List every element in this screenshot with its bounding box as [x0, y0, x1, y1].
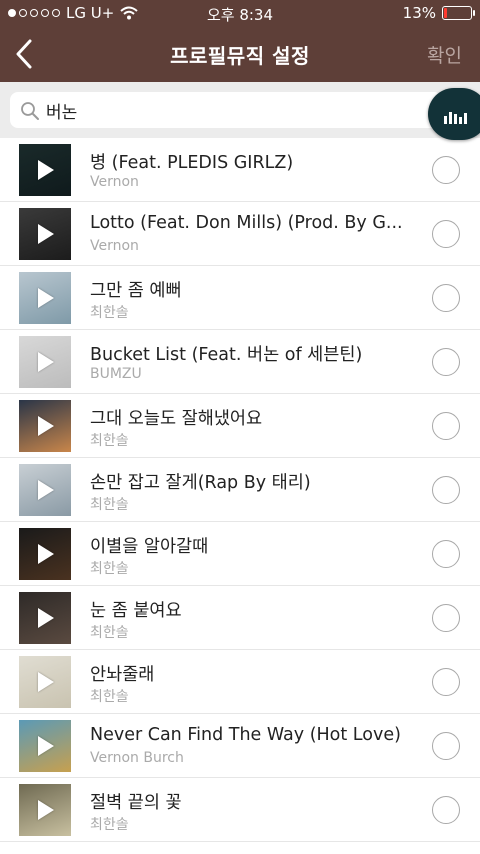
song-title: 그만 좀 예뻐: [90, 281, 182, 301]
song-title: 병 (Feat. PLEDIS GIRLZ): [90, 153, 294, 173]
song-artist: 최한솔: [90, 497, 129, 513]
album-art[interactable]: [19, 720, 71, 772]
select-radio[interactable]: [432, 348, 460, 376]
song-title: Bucket List (Feat. 버논 of 세븐틴): [90, 345, 363, 365]
album-art[interactable]: [19, 336, 71, 388]
song-row[interactable]: 그만 좀 예뻐최한솔: [0, 266, 480, 330]
album-art[interactable]: [19, 784, 71, 836]
battery-percent: 13%: [402, 4, 436, 22]
song-row[interactable]: 손만 잡고 잘게(Rap By 태리) 최한솔: [0, 458, 480, 522]
song-artist: 최한솔: [90, 817, 129, 833]
song-artist: Vernon: [90, 238, 139, 254]
song-row[interactable]: 안놔줄래최한솔: [0, 650, 480, 714]
top-bar: LG U+ 오후 8:34 13% 프로필뮤직 설정 확인: [0, 0, 480, 82]
play-icon[interactable]: [38, 544, 54, 564]
select-radio[interactable]: [432, 668, 460, 696]
select-radio[interactable]: [432, 604, 460, 632]
album-art[interactable]: [19, 208, 71, 260]
page-title: 프로필뮤직 설정: [170, 44, 310, 68]
song-artist: Vernon: [90, 174, 139, 190]
search-bar: [0, 82, 480, 138]
song-artist: 최한솔: [90, 625, 129, 641]
album-art[interactable]: [19, 464, 71, 516]
song-title: 안놔줄래: [90, 665, 155, 685]
song-row[interactable]: Bucket List (Feat. 버논 of 세븐틴) BUMZU: [0, 330, 480, 394]
play-icon[interactable]: [38, 480, 54, 500]
navigation-bar: 프로필뮤직 설정 확인: [0, 28, 480, 82]
album-art[interactable]: [19, 592, 71, 644]
play-icon[interactable]: [38, 416, 54, 436]
song-row[interactable]: 절벽 끝의 꽃최한솔: [0, 778, 480, 842]
song-title: 눈 좀 붙여요: [90, 601, 182, 621]
play-icon[interactable]: [38, 224, 54, 244]
play-icon[interactable]: [38, 288, 54, 308]
select-radio[interactable]: [432, 732, 460, 760]
select-radio[interactable]: [432, 476, 460, 504]
select-radio[interactable]: [432, 284, 460, 312]
song-row[interactable]: 이별을 알아갈때최한솔: [0, 522, 480, 586]
select-radio[interactable]: [432, 412, 460, 440]
select-radio[interactable]: [432, 796, 460, 824]
search-input[interactable]: [46, 98, 426, 122]
play-icon[interactable]: [38, 800, 54, 820]
song-artist: 최한솔: [90, 689, 129, 705]
search-box[interactable]: [10, 92, 442, 128]
song-row[interactable]: 병 (Feat. PLEDIS GIRLZ) Vernon: [0, 138, 480, 202]
song-artist: 최한솔: [90, 433, 129, 449]
song-artist: BUMZU: [90, 366, 142, 382]
album-art[interactable]: [19, 144, 71, 196]
confirm-button[interactable]: 확인: [427, 41, 462, 68]
album-art[interactable]: [19, 272, 71, 324]
play-icon[interactable]: [38, 736, 54, 756]
song-artist: 최한솔: [90, 305, 129, 321]
select-radio[interactable]: [432, 156, 460, 184]
song-list: 병 (Feat. PLEDIS GIRLZ) Vernon Lotto (Feat.…: [0, 138, 480, 842]
album-art[interactable]: [19, 528, 71, 580]
player-button[interactable]: [428, 88, 480, 140]
play-icon[interactable]: [38, 672, 54, 692]
select-radio[interactable]: [432, 540, 460, 568]
song-title: 그대 오늘도 잘해냈어요: [90, 409, 263, 429]
song-title: Never Can Find The Way (Hot Love): [90, 725, 401, 745]
song-row[interactable]: 눈 좀 붙여요최한솔: [0, 586, 480, 650]
song-artist: 최한솔: [90, 561, 129, 577]
song-row[interactable]: Never Can Find The Way (Hot Love) Vernon …: [0, 714, 480, 778]
select-radio[interactable]: [432, 220, 460, 248]
song-title: 절벽 끝의 꽃: [90, 793, 182, 813]
status-bar: LG U+ 오후 8:34 13%: [0, 0, 480, 28]
play-icon[interactable]: [38, 352, 54, 372]
play-icon[interactable]: [38, 608, 54, 628]
song-title: 손만 잡고 잘게(Rap By 태리): [90, 473, 311, 493]
battery-icon: [442, 6, 475, 20]
album-art[interactable]: [19, 656, 71, 708]
album-art[interactable]: [19, 400, 71, 452]
equalizer-icon: [444, 112, 467, 124]
song-row[interactable]: Lotto (Feat. Don Mills) (Prod. By G... Ve…: [0, 202, 480, 266]
search-icon: [21, 102, 39, 120]
song-row[interactable]: 그대 오늘도 잘해냈어요최한솔: [0, 394, 480, 458]
play-icon[interactable]: [38, 160, 54, 180]
song-artist: Vernon Burch: [90, 750, 184, 766]
song-title: 이별을 알아갈때: [90, 537, 209, 557]
song-title: Lotto (Feat. Don Mills) (Prod. By G...: [90, 213, 403, 233]
